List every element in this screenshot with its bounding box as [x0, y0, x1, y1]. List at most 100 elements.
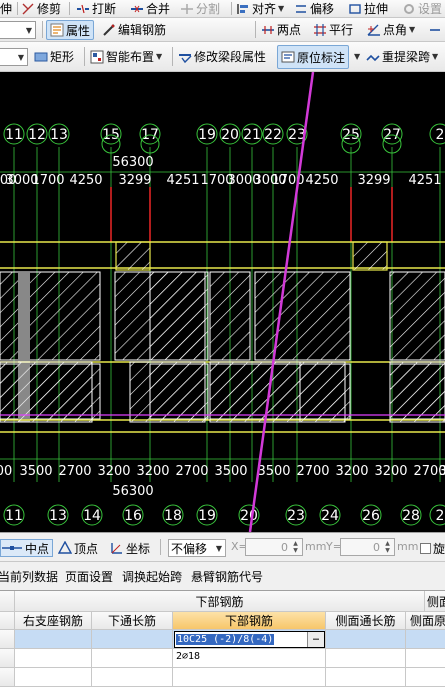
row-header[interactable] — [0, 668, 15, 687]
smart-layout-label: 智能布置 — [106, 50, 155, 64]
stretch-icon — [348, 2, 362, 16]
table-cell[interactable] — [173, 668, 326, 687]
table-cell[interactable] — [326, 630, 406, 649]
stretch-button[interactable]: 拉伸 — [348, 0, 388, 17]
trim-button[interactable]: 修剪 — [21, 0, 61, 17]
table-cell[interactable] — [92, 668, 173, 687]
properties-button[interactable]: 属性 — [46, 20, 95, 40]
merge-icon — [130, 2, 144, 16]
snap-toolbar: 中点 顶点 坐标 不偏移 ▼ X= 0 ▲ ▼ mm Y= 0 ▲ ▼ mm 旋 — [0, 532, 445, 562]
axis-label: 19 — [198, 127, 216, 143]
page-setup-button[interactable]: 页面设置 — [65, 568, 113, 585]
midpoint-label: 中点 — [25, 541, 50, 556]
vertex-snap-button[interactable]: 顶点 — [57, 539, 98, 557]
modify-span-props-button[interactable]: 修改梁段属性 — [178, 42, 266, 71]
midpoint-icon — [1, 541, 23, 555]
in-situ-annotation-button[interactable]: 原位标注 — [277, 45, 350, 69]
parallel-button[interactable]: 平行 — [313, 18, 353, 41]
stretch-partial-button[interactable]: 伸 — [0, 0, 12, 17]
table-cell[interactable] — [92, 630, 173, 649]
col-header-side-through[interactable]: 侧面通长筋 — [326, 612, 406, 630]
properties-label: 属性 — [66, 23, 91, 38]
table-cell[interactable] — [15, 668, 92, 687]
separator — [231, 2, 232, 15]
hatched-slab — [0, 361, 93, 423]
row-header[interactable] — [0, 649, 15, 668]
break-button[interactable]: 打断 — [76, 0, 116, 17]
dimension-text: 4250 — [69, 173, 102, 188]
parallel-label: 平行 — [329, 23, 354, 37]
merge-button[interactable]: 合并 — [130, 0, 170, 17]
table-cell[interactable] — [15, 630, 92, 649]
x-coordinate-input[interactable]: 0 ▲ ▼ — [245, 538, 303, 556]
in-situ-icon — [281, 50, 295, 64]
axis-label: 20 — [240, 508, 258, 524]
separator — [172, 47, 173, 66]
table-cell[interactable] — [15, 649, 92, 668]
modify-toolbar: 伸 修剪 打断 合并 分割 对齐 ▼ 偏移 拉伸 设置 — [0, 0, 445, 18]
split-button[interactable]: 分割 — [180, 0, 220, 17]
col-header-right-support[interactable]: 右支座钢筋 — [15, 612, 92, 630]
bottom-rebar-row2-value: 2⌀18 — [176, 651, 201, 662]
smart-layout-button[interactable]: 智能布置 ▼ — [90, 42, 162, 71]
point-angle-label: 点角 — [383, 23, 408, 37]
col-header-side-original[interactable]: 侧面原 — [406, 612, 445, 630]
bottom-rebar-edit-input[interactable]: 10C25 (-2)/8(-4) … — [174, 631, 325, 648]
chevron-down-icon: ▼ — [17, 53, 24, 62]
table-cell[interactable] — [326, 668, 406, 687]
dimension-text: 3299 — [118, 173, 151, 188]
table-cell[interactable] — [406, 668, 445, 687]
reextract-span-button[interactable]: 重提梁跨 ▼ — [366, 42, 438, 71]
extra-icon — [428, 23, 442, 37]
row-header[interactable] — [0, 630, 15, 649]
rotate-toggle[interactable]: 旋 — [420, 539, 445, 557]
rectangle-label: 矩形 — [50, 50, 75, 64]
align-icon — [236, 2, 250, 16]
spinner-icon[interactable]: ▲ ▼ — [290, 540, 301, 554]
rotate-checkbox[interactable] — [420, 542, 431, 554]
hatched-slab — [129, 361, 206, 423]
midpoint-snap-button[interactable]: 中点 — [0, 539, 54, 557]
merge-label: 合并 — [146, 2, 171, 16]
dimension-text: 3500 — [257, 464, 290, 479]
table-cell[interactable] — [406, 649, 445, 668]
separator — [42, 21, 43, 38]
chevron-down-icon[interactable]: ▼ — [354, 52, 360, 61]
align-button[interactable]: 对齐 ▼ — [236, 0, 284, 17]
edit-rebar-icon — [102, 23, 116, 37]
y-coordinate-input[interactable]: 0 ▲ ▼ — [340, 538, 395, 556]
modify-span-icon — [178, 50, 192, 64]
cantilever-rebar-code-button[interactable]: 悬臂钢筋代号 — [191, 568, 263, 585]
two-point-button[interactable]: 两点 — [261, 18, 301, 41]
ellipsis-button[interactable]: … — [307, 632, 324, 647]
coordinate-snap-button[interactable]: 坐标 — [110, 539, 150, 557]
dimension-total: 56300 — [112, 155, 153, 170]
floor-combo[interactable]: ▼ — [0, 48, 28, 66]
hatched-slab — [389, 271, 445, 361]
table-cell[interactable] — [92, 649, 173, 668]
table-cell[interactable] — [326, 649, 406, 668]
chevron-down-icon: ▼ — [432, 52, 439, 61]
axis-label: 18 — [164, 508, 182, 524]
edit-rebar-button[interactable]: 编辑钢筋 — [102, 18, 166, 41]
hatched-slab — [209, 271, 251, 361]
current-column-data-button[interactable]: 当前列数据 — [0, 568, 58, 585]
settings-button[interactable]: 设置 — [402, 0, 442, 17]
col-header-bottom-through[interactable]: 下通长筋 — [92, 612, 173, 630]
dimension-text: 3200 — [335, 464, 368, 479]
layer-combo[interactable]: ▼ — [0, 21, 36, 39]
drawing-canvas[interactable]: 1112131517192021222325272563003003000170… — [0, 72, 445, 532]
spinner-icon[interactable]: ▲ ▼ — [382, 540, 393, 554]
break-label: 打断 — [92, 2, 117, 16]
hatched-column — [352, 241, 388, 271]
rectangle-button[interactable]: 矩形 — [34, 42, 74, 71]
point-angle-button[interactable]: 点角 ▼ — [367, 18, 415, 41]
offset-select[interactable]: 不偏移 ▼ — [168, 539, 226, 557]
table-cell[interactable] — [406, 630, 445, 649]
dimension-text: 2700 — [58, 464, 91, 479]
extra-button[interactable] — [428, 18, 442, 41]
offset-button[interactable]: 偏移 — [294, 0, 334, 17]
col-header-bottom-rebar[interactable]: 下部钢筋 — [173, 612, 326, 630]
swap-start-span-button[interactable]: 调换起始跨 — [122, 568, 182, 585]
chevron-down-icon: ▼ — [156, 52, 163, 61]
